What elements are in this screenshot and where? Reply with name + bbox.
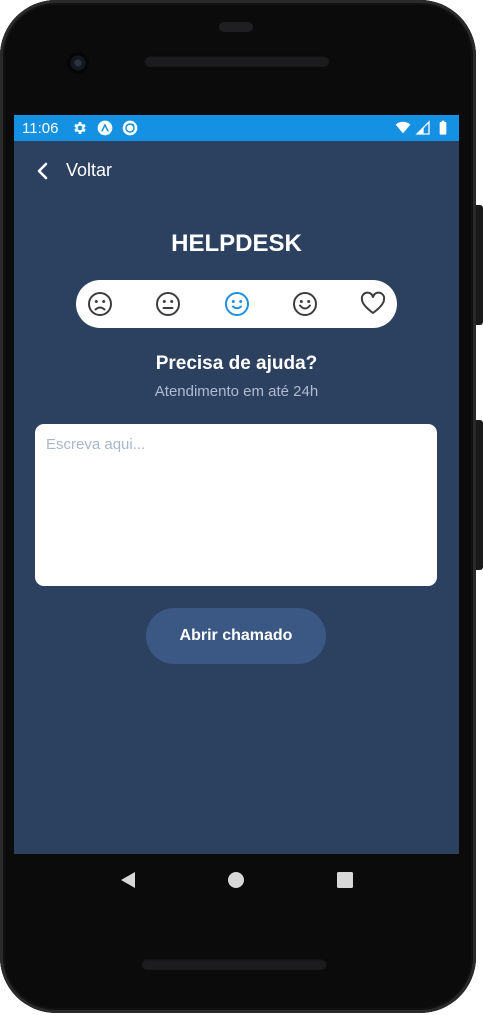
app-screen: 11:06 Voltar HELPDESK Precisa de ajuda? …	[14, 115, 459, 854]
settings-icon	[74, 122, 87, 134]
sad-face-icon[interactable]	[87, 291, 113, 317]
home-circle-icon	[228, 872, 245, 888]
signal-icon	[415, 120, 430, 135]
nav-home-button[interactable]	[225, 869, 247, 891]
nav-back-button[interactable]	[117, 869, 139, 891]
happy-face-icon[interactable]	[292, 291, 318, 317]
nav-recents-button[interactable]	[334, 869, 356, 891]
earpiece-speaker	[144, 55, 330, 67]
response-time-caption: Atendimento em até 24h	[154, 383, 319, 400]
back-label: Voltar	[66, 160, 113, 180]
heart-icon[interactable]	[360, 291, 386, 317]
front-camera	[67, 52, 89, 74]
expo-icon	[98, 120, 113, 136]
help-heading: Precisa de ajuda?	[155, 353, 318, 374]
bottom-speaker	[141, 958, 327, 970]
page-title: HELPDESK	[171, 230, 302, 257]
back-button[interactable]: Voltar	[36, 160, 112, 181]
phone-frame: 11:06 Voltar HELPDESK Precisa de ajuda? …	[0, 0, 476, 1013]
status-time: 11:06	[22, 119, 59, 137]
recents-square-icon	[336, 872, 353, 888]
neutral-face-icon[interactable]	[155, 291, 181, 317]
message-input[interactable]	[35, 424, 437, 586]
open-ticket-button[interactable]: Abrir chamado	[146, 608, 326, 664]
status-bar: 11:06	[14, 115, 459, 141]
power-button	[476, 205, 483, 325]
rating-bar	[76, 280, 397, 328]
android-nav-bar	[14, 854, 459, 906]
sync-icon	[123, 120, 138, 136]
battery-icon	[439, 120, 447, 135]
status-left-icons	[72, 120, 138, 136]
wifi-icon	[395, 121, 411, 134]
chevron-left-icon	[37, 162, 48, 179]
status-right-icons	[395, 120, 451, 136]
smile-face-icon[interactable]	[224, 291, 250, 317]
back-triangle-icon	[121, 872, 136, 888]
volume-button	[476, 420, 483, 570]
top-notch	[219, 22, 253, 32]
